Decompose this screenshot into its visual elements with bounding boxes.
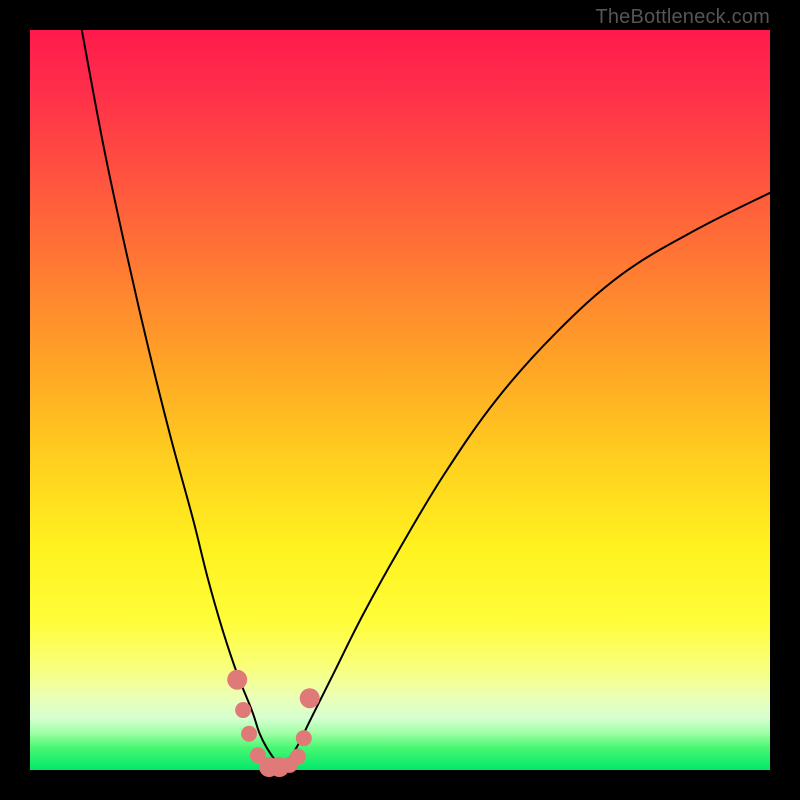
notch-marker: [290, 749, 306, 765]
notch-marker: [227, 670, 247, 690]
curve-canvas: [30, 30, 770, 770]
notch-marker: [241, 726, 257, 742]
curve-left-branch: [82, 30, 282, 770]
notch-marker: [300, 688, 320, 708]
curve-right-branch: [282, 193, 770, 770]
notch-marker-group: [227, 670, 320, 777]
notch-marker: [235, 702, 251, 718]
chart-frame: TheBottleneck.com: [0, 0, 800, 800]
watermark-text: TheBottleneck.com: [595, 6, 770, 29]
plot-area: [30, 30, 770, 770]
notch-marker: [296, 730, 312, 746]
